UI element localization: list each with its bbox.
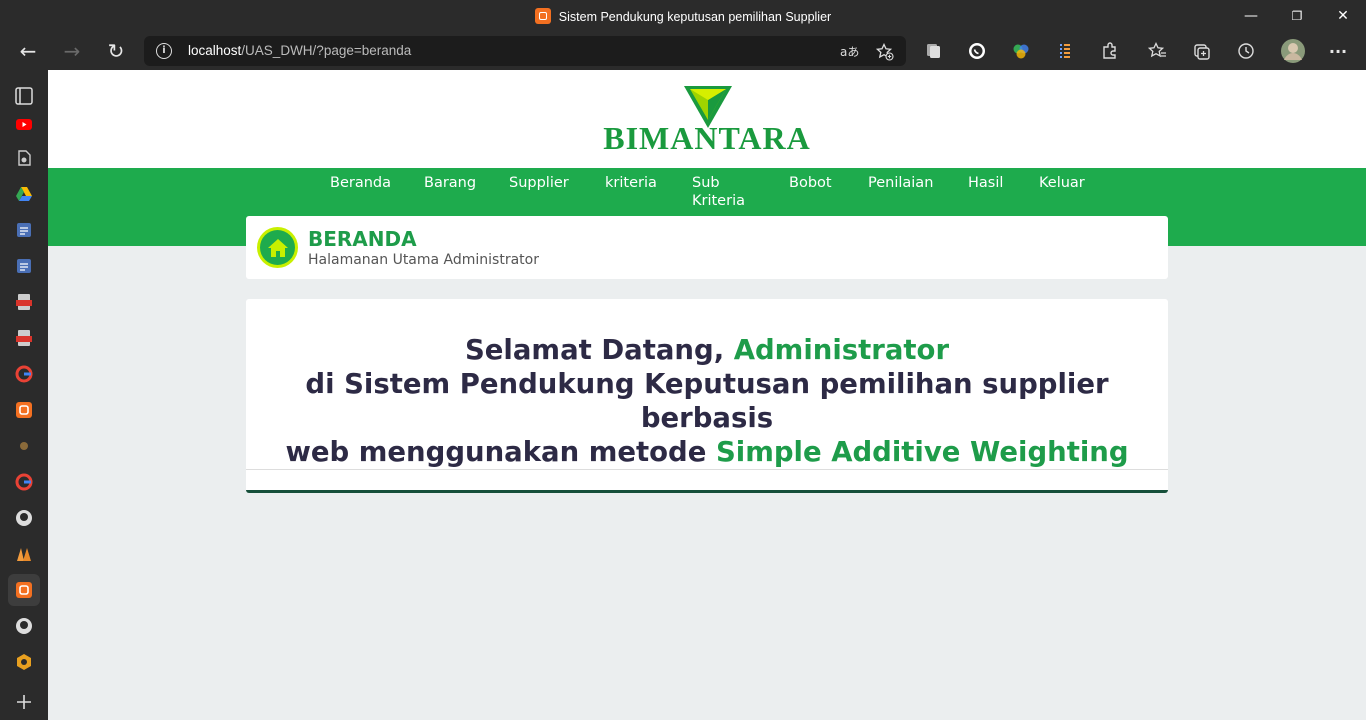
favorites-icon[interactable] xyxy=(1143,36,1173,66)
card-divider xyxy=(246,469,1168,470)
collections-icon[interactable] xyxy=(918,36,948,66)
nav-beranda[interactable]: Beranda xyxy=(330,174,391,192)
nav-barang[interactable]: Barang xyxy=(424,174,476,192)
read-aloud-icon[interactable]: aあ xyxy=(840,43,859,60)
more-menu-button[interactable]: ··· xyxy=(1323,36,1353,66)
browser-sidebar xyxy=(0,70,48,720)
history-icon[interactable] xyxy=(1231,36,1261,66)
profile-avatar[interactable] xyxy=(1278,36,1308,66)
site-info-icon[interactable]: i xyxy=(156,43,172,59)
google-tab-icon-2[interactable] xyxy=(14,472,34,492)
nav-bobot[interactable]: Bobot xyxy=(789,174,832,192)
xampp-tab-icon-active[interactable] xyxy=(14,580,34,600)
home-badge xyxy=(257,227,298,268)
xampp-tab-icon xyxy=(534,8,551,24)
github-tab-icon-1[interactable] xyxy=(14,508,34,528)
forward-button[interactable]: → xyxy=(57,36,87,66)
browser-toolbar: ← → ↻ i localhost/UAS_DWH/?page=beranda … xyxy=(0,32,1366,70)
pdf-tab-icon-1[interactable] xyxy=(14,292,34,312)
page-header-card: BERANDA Halamanan Utama Administrator xyxy=(246,216,1168,279)
avatar-image xyxy=(1281,39,1305,63)
window-title-group: Sistem Pendukung keputusan pemilihan Sup… xyxy=(0,8,1366,24)
whatsapp-icon[interactable] xyxy=(962,36,992,66)
home-icon xyxy=(267,238,288,257)
page-subtitle: Halamanan Utama Administrator xyxy=(308,252,539,268)
new-tab-icon[interactable] xyxy=(14,692,34,712)
github-tab-icon-2[interactable] xyxy=(14,616,34,636)
welcome-greeting: Selamat Datang, xyxy=(464,334,734,366)
page-title: BERANDA xyxy=(308,227,417,251)
window-titlebar: Sistem Pendukung keputusan pemilihan Sup… xyxy=(0,0,1366,32)
back-button[interactable]: ← xyxy=(13,36,43,66)
extensions-icon[interactable] xyxy=(1094,36,1124,66)
docs-tab-icon-1[interactable] xyxy=(14,220,34,240)
docs-tab-icon-2[interactable] xyxy=(14,256,34,276)
nav-keluar[interactable]: Keluar xyxy=(1039,174,1085,192)
hex-tab-icon[interactable] xyxy=(14,652,34,672)
google-drive-tab-icon[interactable] xyxy=(14,184,34,204)
welcome-method: Simple Additive Weighting xyxy=(715,436,1129,468)
restore-button[interactable]: ❐ xyxy=(1274,0,1320,32)
welcome-user: Administrator xyxy=(733,334,950,366)
collections-add-icon[interactable] xyxy=(1187,36,1217,66)
youtube-tab-icon[interactable] xyxy=(14,114,34,134)
tab-actions-icon[interactable] xyxy=(14,86,34,106)
nav-sub-kriteria[interactable]: Sub Kriteria xyxy=(692,174,754,210)
url-path: /UAS_DWH/?page=beranda xyxy=(241,43,412,58)
window-title: Sistem Pendukung keputusan pemilihan Sup… xyxy=(558,10,832,24)
phpmyadmin-tab-icon[interactable] xyxy=(14,544,34,564)
xampp-tab-icon-1[interactable] xyxy=(14,400,34,420)
nav-hasil[interactable]: Hasil xyxy=(968,174,1003,192)
list-extension-icon[interactable] xyxy=(1050,36,1080,66)
site-tab-icon[interactable] xyxy=(14,436,34,456)
url-host: localhost xyxy=(188,43,242,58)
nav-supplier[interactable]: Supplier xyxy=(509,174,569,192)
file-tab-icon[interactable] xyxy=(14,148,34,168)
brand-name: BIMANTARA xyxy=(603,120,811,156)
site-header: BIMANTARA xyxy=(48,70,1366,168)
home-badge-inner xyxy=(260,230,295,265)
close-button[interactable]: ✕ xyxy=(1320,0,1366,32)
url-text[interactable]: localhost/UAS_DWH/?page=beranda xyxy=(188,43,411,58)
pdf-tab-icon-2[interactable] xyxy=(14,328,34,348)
welcome-line-3: web menggunakan metode Simple Additive W… xyxy=(246,435,1168,469)
extension-color-icon[interactable] xyxy=(1006,36,1036,66)
address-bar[interactable]: i localhost/UAS_DWH/?page=beranda aあ xyxy=(144,36,906,66)
welcome-line-1: Selamat Datang, Administrator xyxy=(246,333,1168,367)
refresh-button[interactable]: ↻ xyxy=(101,36,131,66)
nav-kriteria[interactable]: kriteria xyxy=(605,174,657,192)
welcome-card: Selamat Datang, Administrator di Sistem … xyxy=(246,299,1168,493)
nav-penilaian[interactable]: Penilaian xyxy=(868,174,933,192)
welcome-line-2: di Sistem Pendukung Keputusan pemilihan … xyxy=(305,368,1109,434)
welcome-message: Selamat Datang, Administrator di Sistem … xyxy=(246,333,1168,469)
google-tab-icon-1[interactable] xyxy=(14,364,34,384)
favorite-add-icon[interactable] xyxy=(876,43,894,61)
web-page: BIMANTARA Beranda Barang Supplier kriter… xyxy=(48,70,1366,720)
welcome-line3-prefix: web menggunakan metode xyxy=(285,436,716,468)
minimize-button[interactable]: — xyxy=(1228,0,1274,32)
